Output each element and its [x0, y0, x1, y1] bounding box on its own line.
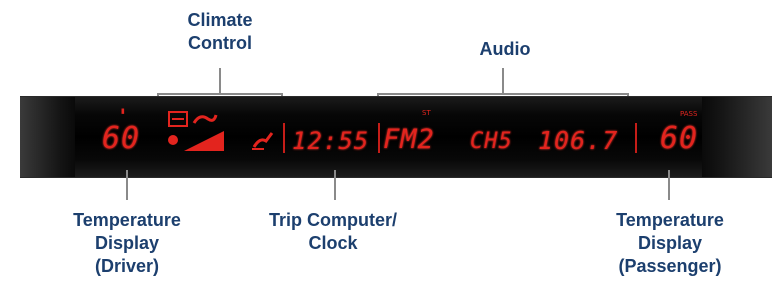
- channel-readout: CH5: [470, 129, 513, 154]
- climate-bracket-stem: [219, 68, 221, 93]
- separator-3: [635, 123, 637, 153]
- frequency-readout: 106.7: [538, 126, 619, 155]
- airflow-icon: [192, 114, 218, 124]
- climate-bracket-top: [157, 93, 283, 95]
- fan-speed-bar-icon: [184, 131, 224, 151]
- dashboard-lcd-display: ▮ 60 12:55 ST FM2 CH5 106.7 PASS 60: [20, 96, 772, 178]
- trip-clock-label: Trip Computer/ Clock: [268, 210, 397, 253]
- fan-icon: [168, 111, 188, 127]
- driver-temp-readout: 60: [102, 121, 141, 156]
- temp-driver-label: Temperature Display (Driver): [73, 210, 181, 276]
- driver-temp-indicator-icon: ▮: [121, 107, 125, 115]
- stereo-indicator-icon: ST: [422, 109, 431, 117]
- clock-readout: 12:55: [292, 127, 370, 155]
- passenger-temp-readout: 60: [660, 121, 699, 156]
- audio-bracket-stem: [502, 68, 504, 93]
- separator-2: [378, 123, 380, 153]
- audio-bracket-top: [377, 93, 629, 95]
- seat-airflow-icon: [252, 132, 274, 150]
- temp-passenger-label: Temperature Display (Passenger): [616, 210, 724, 276]
- small-fan-icon: [168, 135, 178, 145]
- climate-control-label: Climate Control: [187, 10, 253, 53]
- driver-temp-leader: [126, 170, 128, 200]
- passenger-indicator: PASS: [680, 110, 698, 118]
- audio-label: Audio: [479, 39, 531, 59]
- trip-clock-leader: [334, 170, 336, 200]
- separator-1: [283, 123, 285, 153]
- band-readout: FM2: [383, 124, 435, 155]
- passenger-temp-leader: [668, 170, 670, 200]
